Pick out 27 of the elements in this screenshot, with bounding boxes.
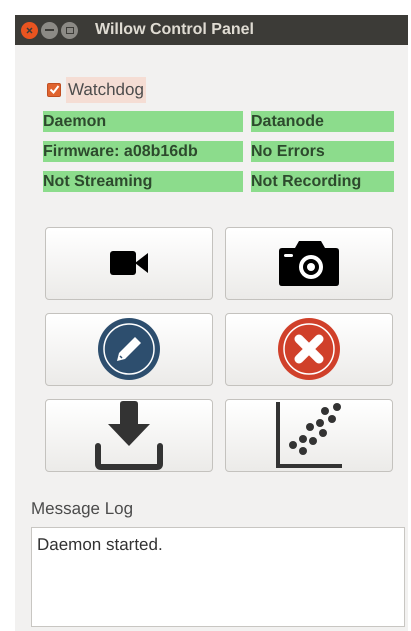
status-indicator: No Errors	[251, 140, 394, 162]
log-line: Daemon started.	[37, 534, 164, 556]
download-icon	[94, 400, 164, 470]
plot-button[interactable]	[225, 398, 393, 472]
snapshot-button[interactable]	[225, 226, 393, 300]
close-icon	[26, 26, 33, 34]
minimize-button[interactable]	[41, 22, 58, 38]
status-indicator: Not Recording	[251, 170, 394, 192]
status-indicator: Daemon	[43, 110, 243, 132]
video-camera-icon	[110, 251, 148, 275]
close-button[interactable]	[21, 22, 38, 38]
cancel-icon	[278, 318, 340, 380]
record-video-button[interactable]	[45, 226, 213, 300]
watchdog-label[interactable]: Watchdog	[66, 77, 146, 102]
scatter-chart-icon	[275, 401, 343, 469]
status-indicator: Not Streaming	[43, 170, 243, 192]
status-indicator: Datanode	[251, 110, 394, 132]
watchdog-checkbox[interactable]	[47, 82, 61, 97]
maximize-button[interactable]	[61, 22, 78, 38]
message-log-label: Message Log	[31, 498, 134, 520]
edit-button[interactable]	[45, 312, 213, 386]
cancel-button[interactable]	[225, 312, 393, 386]
window-title: Willow Control Panel	[95, 20, 254, 40]
download-button[interactable]	[45, 398, 213, 472]
pencil-icon	[98, 318, 160, 380]
status-indicator: Firmware: a08b16db	[43, 140, 243, 162]
camera-icon	[279, 240, 339, 286]
